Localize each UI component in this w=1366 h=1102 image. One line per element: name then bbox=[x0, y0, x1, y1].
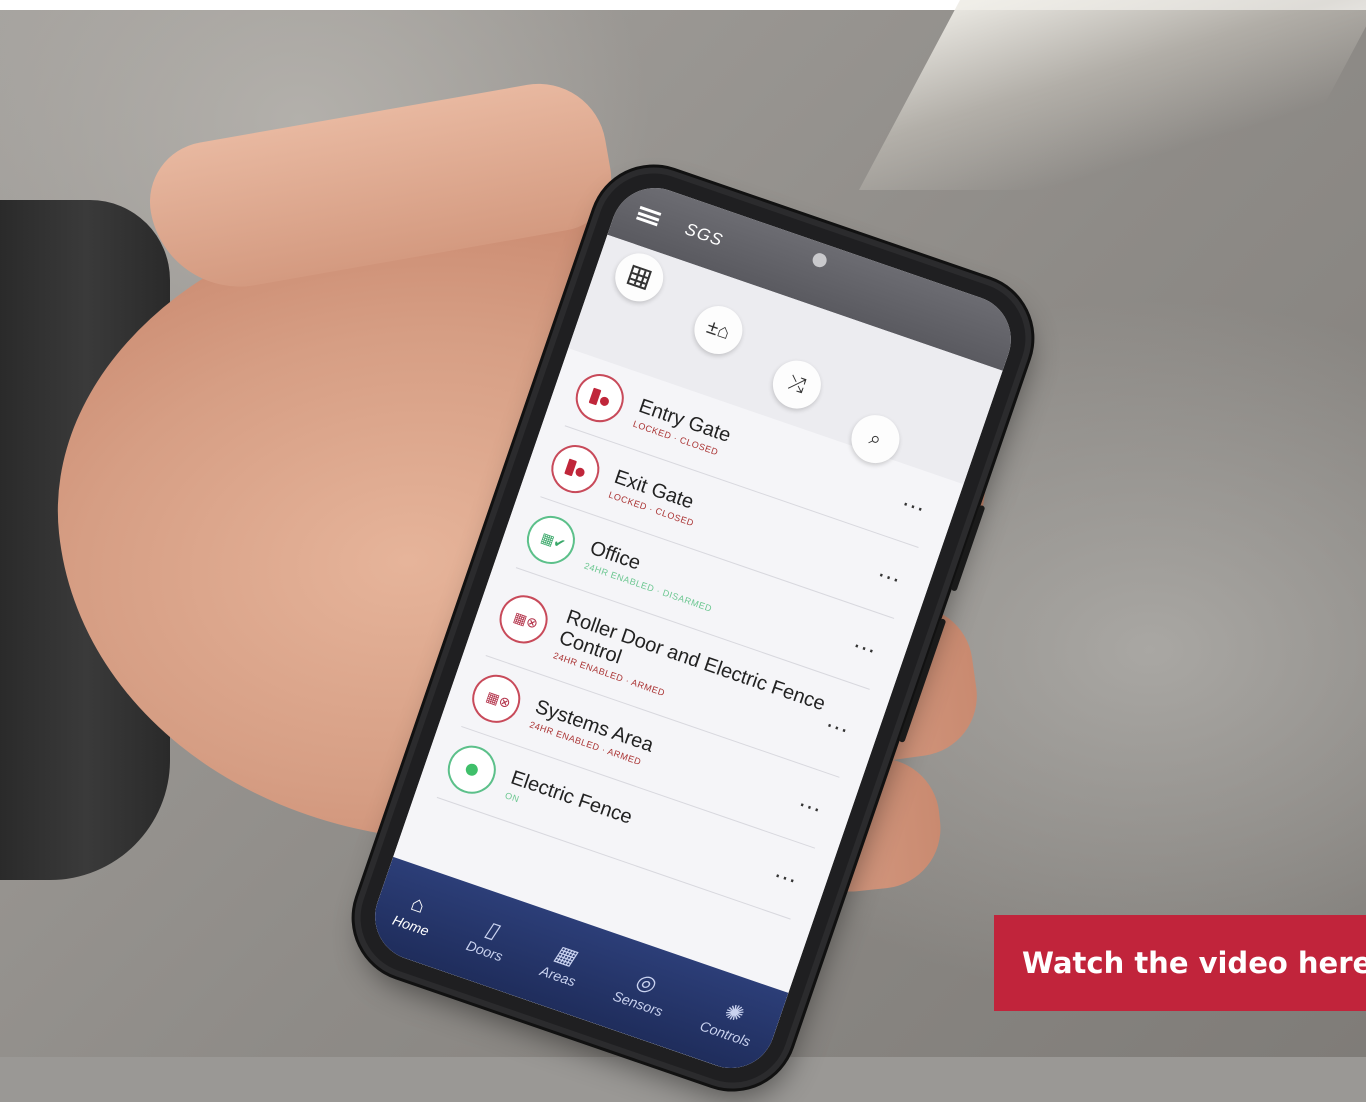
door-icon bbox=[589, 388, 611, 409]
grid-view-button[interactable] bbox=[608, 246, 670, 308]
status-indicator: ▦⊗ bbox=[465, 668, 527, 730]
grid-icon bbox=[626, 264, 652, 291]
area-shield-icon: ▦✔ bbox=[538, 529, 568, 553]
door-icon: ▯ bbox=[482, 915, 502, 944]
more-options-icon[interactable]: ... bbox=[790, 785, 831, 823]
status-indicator bbox=[441, 739, 503, 801]
shuffle-button[interactable]: ⤮ bbox=[766, 354, 828, 416]
controls-icon: ✺ bbox=[719, 997, 746, 1028]
menu-icon[interactable] bbox=[635, 205, 662, 227]
areas-icon: ▦ bbox=[551, 939, 580, 970]
status-indicator: ▦⊗ bbox=[493, 588, 555, 650]
control-icon bbox=[464, 762, 480, 778]
status-indicator bbox=[569, 367, 631, 429]
tab-label: Home bbox=[390, 911, 432, 939]
home-icon: ⌂ bbox=[407, 890, 429, 919]
status-indicator: ▦✔ bbox=[520, 509, 582, 571]
search-icon: ⌕ bbox=[866, 426, 885, 451]
home-plus-minus-icon: ±⌂ bbox=[704, 315, 734, 344]
more-options-icon[interactable]: ... bbox=[765, 856, 806, 893]
tab-controls[interactable]: ✺ Controls bbox=[698, 993, 761, 1050]
more-options-icon[interactable]: ... bbox=[869, 555, 910, 593]
tab-home[interactable]: ⌂ Home bbox=[391, 887, 440, 939]
tab-sensors[interactable]: ◎ Sensors bbox=[611, 963, 673, 1019]
tab-label: Doors bbox=[464, 937, 505, 965]
area-alarm-icon: ▦⊗ bbox=[511, 608, 541, 632]
home-plus-minus-button[interactable]: ±⌂ bbox=[687, 299, 749, 361]
more-options-icon[interactable]: ... bbox=[845, 626, 886, 664]
app-title: SGS bbox=[682, 219, 726, 251]
area-alarm-icon: ▦⊗ bbox=[484, 687, 513, 712]
more-options-icon[interactable]: ... bbox=[817, 706, 858, 743]
shuffle-icon: ⤮ bbox=[785, 371, 809, 398]
tab-doors[interactable]: ▯ Doors bbox=[464, 912, 513, 965]
status-indicator bbox=[544, 438, 606, 500]
tab-areas[interactable]: ▦ Areas bbox=[538, 938, 586, 990]
watch-video-button[interactable]: Watch the video here bbox=[994, 915, 1366, 1011]
sensor-icon: ◎ bbox=[632, 967, 659, 998]
more-options-icon[interactable]: ... bbox=[893, 484, 934, 522]
door-icon bbox=[564, 459, 586, 480]
